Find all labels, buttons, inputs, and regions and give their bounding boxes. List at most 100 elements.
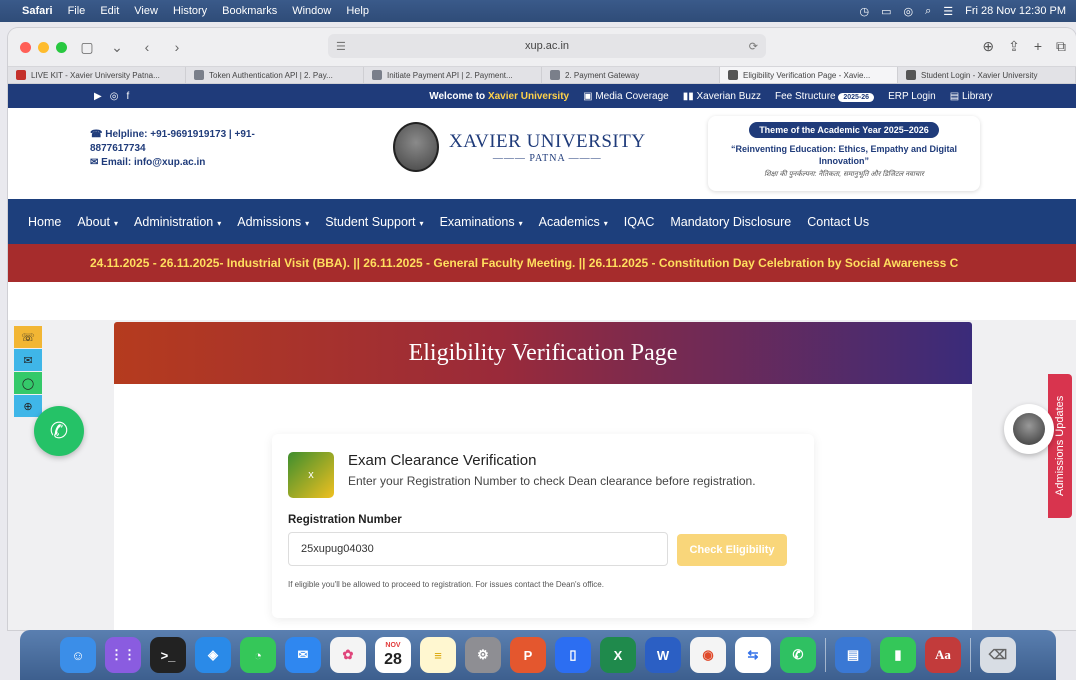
- dictionary-icon[interactable]: Aa: [925, 637, 961, 673]
- menu-window[interactable]: Window: [292, 5, 331, 17]
- control-center-icon[interactable]: ◎: [903, 5, 913, 18]
- crest-chat-button[interactable]: [1004, 404, 1054, 454]
- finder-icon[interactable]: ☺: [60, 637, 96, 673]
- nav-admissions[interactable]: Admissions ▾: [237, 215, 309, 229]
- share-icon[interactable]: ⇪: [1008, 38, 1020, 55]
- erp-login-link[interactable]: ERP Login: [888, 91, 936, 102]
- new-tab-button[interactable]: +: [1034, 38, 1042, 55]
- tab-overview-icon[interactable]: ⧉: [1056, 38, 1066, 55]
- search-icon[interactable]: ⌕: [925, 5, 931, 18]
- nav-administration[interactable]: Administration ▾: [134, 215, 221, 229]
- registration-number-input[interactable]: [288, 532, 668, 566]
- page-settings-icon[interactable]: ☰: [336, 40, 346, 53]
- menu-view[interactable]: View: [134, 5, 158, 17]
- teamviewer-icon[interactable]: ⇆: [735, 637, 771, 673]
- tab-initiate-payment[interactable]: Initiate Payment API | 2. Payment...: [364, 67, 542, 83]
- tab-token-auth[interactable]: Token Authentication API | 2. Pay...: [186, 67, 364, 83]
- globe-icon[interactable]: ⊕: [14, 395, 42, 417]
- card-subtitle: Enter your Registration Number to check …: [348, 474, 756, 488]
- powerpoint-icon[interactable]: P: [510, 637, 546, 673]
- back-button[interactable]: ‹: [137, 39, 157, 55]
- email[interactable]: ✉ Email: info@xup.ac.in: [90, 156, 310, 170]
- youtube-icon[interactable]: ▶: [94, 91, 102, 102]
- fee-structure-link[interactable]: Fee Structure 2025-26: [775, 91, 875, 102]
- battery-icon[interactable]: ▭: [881, 5, 891, 18]
- photos-icon[interactable]: ✿: [330, 637, 366, 673]
- zoom-window-button[interactable]: [56, 41, 67, 53]
- close-window-button[interactable]: [20, 41, 31, 53]
- xaverian-buzz-link[interactable]: ▮▮ Xaverian Buzz: [683, 91, 761, 102]
- facebook-icon[interactable]: f: [126, 91, 129, 102]
- address-bar[interactable]: ☰ xup.ac.in ⟳: [328, 34, 766, 58]
- media-coverage-link[interactable]: ▣ Media Coverage: [583, 91, 669, 102]
- system-settings-icon[interactable]: ⚙: [465, 637, 501, 673]
- tab-eligibility[interactable]: Eligibility Verification Page - Xavie...: [720, 67, 898, 83]
- terminal-icon[interactable]: >_: [150, 637, 186, 673]
- nav-contact-us[interactable]: Contact Us: [807, 215, 869, 229]
- theme-quote: “Reinventing Education: Ethics, Empathy …: [730, 144, 958, 166]
- nav-about[interactable]: About ▾: [77, 215, 118, 229]
- check-eligibility-button[interactable]: Check Eligibility: [677, 534, 787, 566]
- phone-icon[interactable]: ☏: [14, 326, 42, 348]
- helpline[interactable]: ☎ Helpline: +91-9691919173 | +91-: [90, 128, 310, 142]
- preview-icon[interactable]: ▤: [835, 637, 871, 673]
- web-page: ▶ ◎ f Welcome to Xavier University ▣ Med…: [8, 84, 1076, 630]
- word-icon[interactable]: W: [645, 637, 681, 673]
- menu-app[interactable]: Safari: [22, 5, 53, 17]
- safari-icon[interactable]: ◈: [195, 637, 231, 673]
- mail-icon[interactable]: ✉: [14, 349, 42, 371]
- nav-mandatory-disclosure[interactable]: Mandatory Disclosure: [670, 215, 791, 229]
- mail-app-icon[interactable]: ✉: [285, 637, 321, 673]
- caret-down-icon: ▾: [518, 218, 523, 228]
- clock-status-icon[interactable]: ◷: [859, 5, 869, 18]
- browser-toolbar: ▢ ⌄ ‹ › ☰ xup.ac.in ⟳ ⊕ ⇪ + ⧉: [8, 28, 1076, 66]
- user-switch-icon[interactable]: ☰: [943, 5, 953, 18]
- whatsapp-small-icon[interactable]: ◯: [14, 372, 42, 394]
- crest-favicon-icon: [906, 70, 916, 80]
- admissions-updates-tab[interactable]: Admissions Updates: [1048, 374, 1072, 518]
- menubar-clock[interactable]: Fri 28 Nov 12:30 PM: [965, 5, 1066, 17]
- chrome-icon[interactable]: ◉: [690, 637, 726, 673]
- whatsapp-app-icon[interactable]: ✆: [780, 637, 816, 673]
- keynote-icon[interactable]: ▯: [555, 637, 591, 673]
- notes-icon[interactable]: ≡: [420, 637, 456, 673]
- helpline-2[interactable]: 8877617734: [90, 142, 310, 156]
- instagram-icon[interactable]: ◎: [110, 91, 119, 102]
- downloads-icon[interactable]: ⊕: [982, 38, 994, 55]
- nav-home[interactable]: Home: [28, 215, 61, 229]
- dock-separator: [970, 638, 971, 672]
- verification-card: x Exam Clearance Verification Enter your…: [272, 434, 814, 618]
- numbers-icon[interactable]: ▮: [880, 637, 916, 673]
- card-title: Exam Clearance Verification: [348, 452, 537, 469]
- menu-edit[interactable]: Edit: [100, 5, 119, 17]
- menu-file[interactable]: File: [68, 5, 86, 17]
- menu-bookmarks[interactable]: Bookmarks: [222, 5, 277, 17]
- news-ticker[interactable]: 24.11.2025 - 26.11.2025- Industrial Visi…: [8, 244, 1076, 282]
- nav-examinations[interactable]: Examinations ▾: [440, 215, 523, 229]
- menu-help[interactable]: Help: [346, 5, 369, 17]
- fee-year-badge: 2025-26: [838, 92, 875, 102]
- reload-icon[interactable]: ⟳: [749, 40, 758, 53]
- chevron-down-icon[interactable]: ⌄: [107, 39, 127, 56]
- tab-student-login[interactable]: Student Login - Xavier University: [898, 67, 1076, 83]
- nav-iqac[interactable]: IQAC: [624, 215, 655, 229]
- minimize-window-button[interactable]: [38, 41, 49, 53]
- whatsapp-chat-button[interactable]: ✆: [34, 406, 84, 456]
- library-link[interactable]: ▤ Library: [950, 91, 993, 102]
- excel-icon[interactable]: X: [600, 637, 636, 673]
- calendar-icon[interactable]: NOV 28: [375, 637, 411, 673]
- launchpad-icon[interactable]: ⋮⋮: [105, 637, 141, 673]
- menu-history[interactable]: History: [173, 5, 207, 17]
- crest-icon: [393, 122, 439, 172]
- trash-icon[interactable]: ⌫: [980, 637, 1016, 673]
- university-logo[interactable]: XAVIER UNIVERSITY ——— PATNA ———: [393, 122, 646, 172]
- forward-button[interactable]: ›: [167, 39, 187, 55]
- tab-live-kit[interactable]: LIVE KIT - Xavier University Patna...: [8, 67, 186, 83]
- tab-payment-gateway[interactable]: 2. Payment Gateway: [542, 67, 720, 83]
- nav-academics[interactable]: Academics ▾: [539, 215, 608, 229]
- page-title: Eligibility Verification Page: [408, 339, 678, 366]
- theme-hindi: शिक्षा की पुनर्कल्पना: नैतिकता, समानुभूत…: [764, 171, 924, 178]
- messages-icon[interactable]: ◔: [240, 637, 276, 673]
- nav-student-support[interactable]: Student Support ▾: [325, 215, 423, 229]
- sidebar-toggle-icon[interactable]: ▢: [77, 39, 97, 56]
